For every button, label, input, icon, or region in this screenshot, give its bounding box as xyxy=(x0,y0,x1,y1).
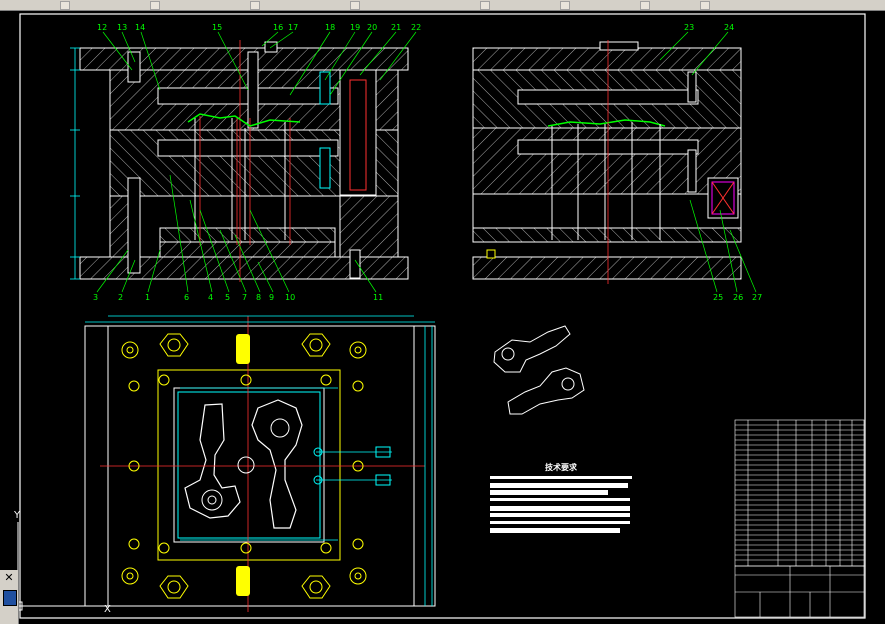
balloon-25: 25 xyxy=(713,293,723,302)
balloon-7: 7 xyxy=(242,293,247,302)
balloon-5: 5 xyxy=(225,293,230,302)
toolbar-button[interactable] xyxy=(480,1,490,10)
parts-list xyxy=(734,419,865,567)
balloon-2: 2 xyxy=(118,293,123,302)
balloon-26: 26 xyxy=(733,293,743,302)
cad-drawing-canvas[interactable]: 12 13 14 15 16 17 18 19 20 21 22 3 2 1 6… xyxy=(0,10,885,624)
front-balloons-bottom: 3 2 1 6 4 5 7 8 9 10 11 xyxy=(93,293,383,302)
tech-requirements: 技术要求 xyxy=(490,462,632,533)
balloon-3: 3 xyxy=(93,293,98,302)
balloon-23: 23 xyxy=(684,23,694,32)
ucs-icon: Y X xyxy=(13,510,111,615)
parts-list-rows xyxy=(735,424,864,561)
balloon-8: 8 xyxy=(256,293,261,302)
ucs-y-label: Y xyxy=(13,510,21,521)
balloon-15: 15 xyxy=(212,23,222,32)
plan-view xyxy=(84,315,436,612)
balloon-9: 9 xyxy=(269,293,274,302)
balloon-12: 12 xyxy=(97,23,107,32)
balloon-13: 13 xyxy=(117,23,127,32)
toolbar-button[interactable] xyxy=(250,1,260,10)
toolbar-button[interactable] xyxy=(60,1,70,10)
balloon-21: 21 xyxy=(391,23,401,32)
balloon-18: 18 xyxy=(325,23,335,32)
balloon-20: 20 xyxy=(367,23,377,32)
front-balloons-top: 12 13 14 15 16 17 18 19 20 21 22 xyxy=(97,23,421,32)
balloon-17: 17 xyxy=(288,23,298,32)
layout-icon[interactable] xyxy=(3,590,17,606)
balloon-14: 14 xyxy=(135,23,145,32)
toolbar-button[interactable] xyxy=(350,1,360,10)
left-dock-panel: ✕ xyxy=(0,570,19,624)
front-section-view xyxy=(70,40,409,282)
toolbar-button[interactable] xyxy=(640,1,650,10)
balloon-24: 24 xyxy=(724,23,734,32)
close-icon[interactable]: ✕ xyxy=(3,572,15,584)
side-section-view xyxy=(472,40,742,284)
ucs-x-label: X xyxy=(104,604,111,615)
balloon-16: 16 xyxy=(273,23,283,32)
balloon-22: 22 xyxy=(411,23,421,32)
balloon-1: 1 xyxy=(145,293,150,302)
balloon-4: 4 xyxy=(208,293,213,302)
part-isometric xyxy=(493,325,585,415)
toolbar-button[interactable] xyxy=(150,1,160,10)
toolbar-button[interactable] xyxy=(560,1,570,10)
balloon-11: 11 xyxy=(373,293,383,302)
balloon-19: 19 xyxy=(350,23,360,32)
tech-title: 技术要求 xyxy=(545,462,578,472)
balloon-6: 6 xyxy=(184,293,189,302)
balloon-10: 10 xyxy=(285,293,295,302)
balloon-27: 27 xyxy=(752,293,762,302)
toolbar-button[interactable] xyxy=(700,1,710,10)
title-block xyxy=(734,565,865,618)
